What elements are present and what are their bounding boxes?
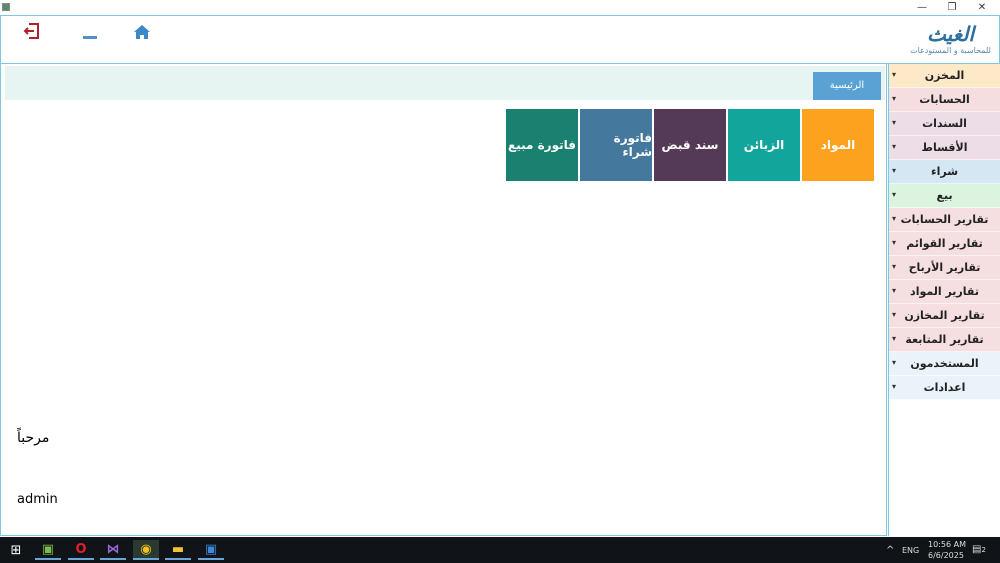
sidebar-item-label: تقارير المواد [910,285,979,298]
sidebar-item[interactable]: اعدادات ▾ [889,376,1000,400]
sidebar-item-label: تقارير الحسابات [900,213,989,226]
logo-subtitle: للمحاسبة و المستودعات [910,46,991,55]
taskbar: ⊞ ▣ O ⋈ ◉ ▬ ▣ ^ ENG 10:56 AM 6/6/2025 ▤2 [0,537,1000,563]
chevron-down-icon: ▾ [892,286,897,295]
chrome-icon[interactable]: ◉ [133,540,159,560]
chevron-down-icon: ▾ [892,382,897,391]
chevron-down-icon: ▾ [892,310,897,319]
sidebar-item[interactable]: تقارير القوائم ▾ [889,232,1000,256]
visual-studio-icon[interactable]: ⋈ [100,540,126,560]
chevron-down-icon: ▾ [892,334,897,343]
logo-title: الغيث [927,22,975,46]
app-icon [2,3,10,11]
sidebar-item[interactable]: شراء ▾ [889,160,1000,184]
clock-date[interactable]: 6/6/2025 [928,551,964,560]
sidebar-item[interactable]: المستخدمون ▾ [889,352,1000,376]
sidebar-item[interactable]: المخزن ▾ [889,64,1000,88]
notification-count: 2 [981,546,986,554]
close-button[interactable]: ✕ [967,0,997,15]
tab-home[interactable]: الرئيسية [813,72,881,100]
sidebar-item-label: تقارير القوائم [906,237,983,250]
file-explorer-icon[interactable]: ▬ [165,540,191,560]
sidebar-item-label: الحسابات [919,93,970,106]
language-indicator[interactable]: ENG [902,546,919,555]
chevron-down-icon: ▾ [892,166,897,175]
sidebar-item[interactable]: تقارير المواد ▾ [889,280,1000,304]
chevron-down-icon: ▾ [892,118,897,127]
notification-icon[interactable]: ▤2 [972,544,986,555]
header: الغيث للمحاسبة و المستودعات [0,15,1000,64]
tray-chevron-icon[interactable]: ^ [886,545,894,556]
tile-button[interactable]: فاتورة مبيع [506,109,578,181]
app-icon-accounting[interactable]: ▣ [35,540,61,560]
welcome-text: مرحباً [17,430,50,446]
sidebar-item-label: بيع [936,189,953,202]
start-icon[interactable]: ⊞ [3,540,29,560]
chevron-down-icon: ▾ [892,358,897,367]
sidebar-item[interactable]: السندات ▾ [889,112,1000,136]
sidebar-item-label: تقارير المتابعة [905,333,984,346]
sidebar-item[interactable]: تقارير المتابعة ▾ [889,328,1000,352]
clock-time[interactable]: 10:56 AM [928,540,966,549]
sidebar-item-label: تقارير الأرباح [908,261,981,274]
sidebar-item[interactable]: تقارير الحسابات ▾ [889,208,1000,232]
minimize-app-icon[interactable] [83,36,97,39]
main-content: الرئيسية المواد الزبائن سند قبض فاتورة شراء… [0,64,887,536]
sidebar-item[interactable]: الحسابات ▾ [889,88,1000,112]
maximize-button[interactable]: ❐ [937,0,967,15]
sidebar-item-label: شراء [930,165,959,178]
tile-button[interactable]: المواد [802,109,874,181]
chevron-down-icon: ▾ [892,70,897,79]
opera-icon[interactable]: O [68,540,94,560]
minimize-button[interactable]: — [907,0,937,15]
chevron-down-icon: ▾ [892,142,897,151]
sidebar-item[interactable]: الأقساط ▾ [889,136,1000,160]
sidebar-item-label: اعدادات [923,381,966,394]
logout-icon[interactable] [23,22,41,45]
tile-button[interactable]: سند قبض [654,109,726,181]
sidebar-item-label: الأقساط [921,141,968,154]
sidebar-item-label: تقارير المخازن [904,309,985,322]
logo: الغيث للمحاسبة و المستودعات [910,22,991,55]
sidebar-item[interactable]: تقارير الأرباح ▾ [889,256,1000,280]
chevron-down-icon: ▾ [892,190,897,199]
chevron-down-icon: ▾ [892,214,897,223]
home-icon[interactable] [133,24,151,45]
tile-button[interactable]: الزبائن [728,109,800,181]
username: admin [17,492,58,507]
breadcrumb-bar: الرئيسية [5,66,885,100]
chevron-down-icon: ▾ [892,94,897,103]
tile-button[interactable]: فاتورة شراء [580,109,652,181]
sidebar-item-label: السندات [922,117,967,130]
sidebar: المخزن ▾ الحسابات ▾ السندات ▾ الأقساط ▾ شراء ▾ بيع… [888,64,1000,536]
chevron-down-icon: ▾ [892,262,897,271]
title-bar: — ❐ ✕ [0,0,1000,15]
sidebar-item[interactable]: بيع ▾ [889,184,1000,208]
sidebar-item-label: المستخدمون [910,357,979,370]
chevron-down-icon: ▾ [892,238,897,247]
sidebar-item-label: المخزن [924,69,965,82]
sidebar-item[interactable]: تقارير المخازن ▾ [889,304,1000,328]
app-window-icon[interactable]: ▣ [198,540,224,560]
